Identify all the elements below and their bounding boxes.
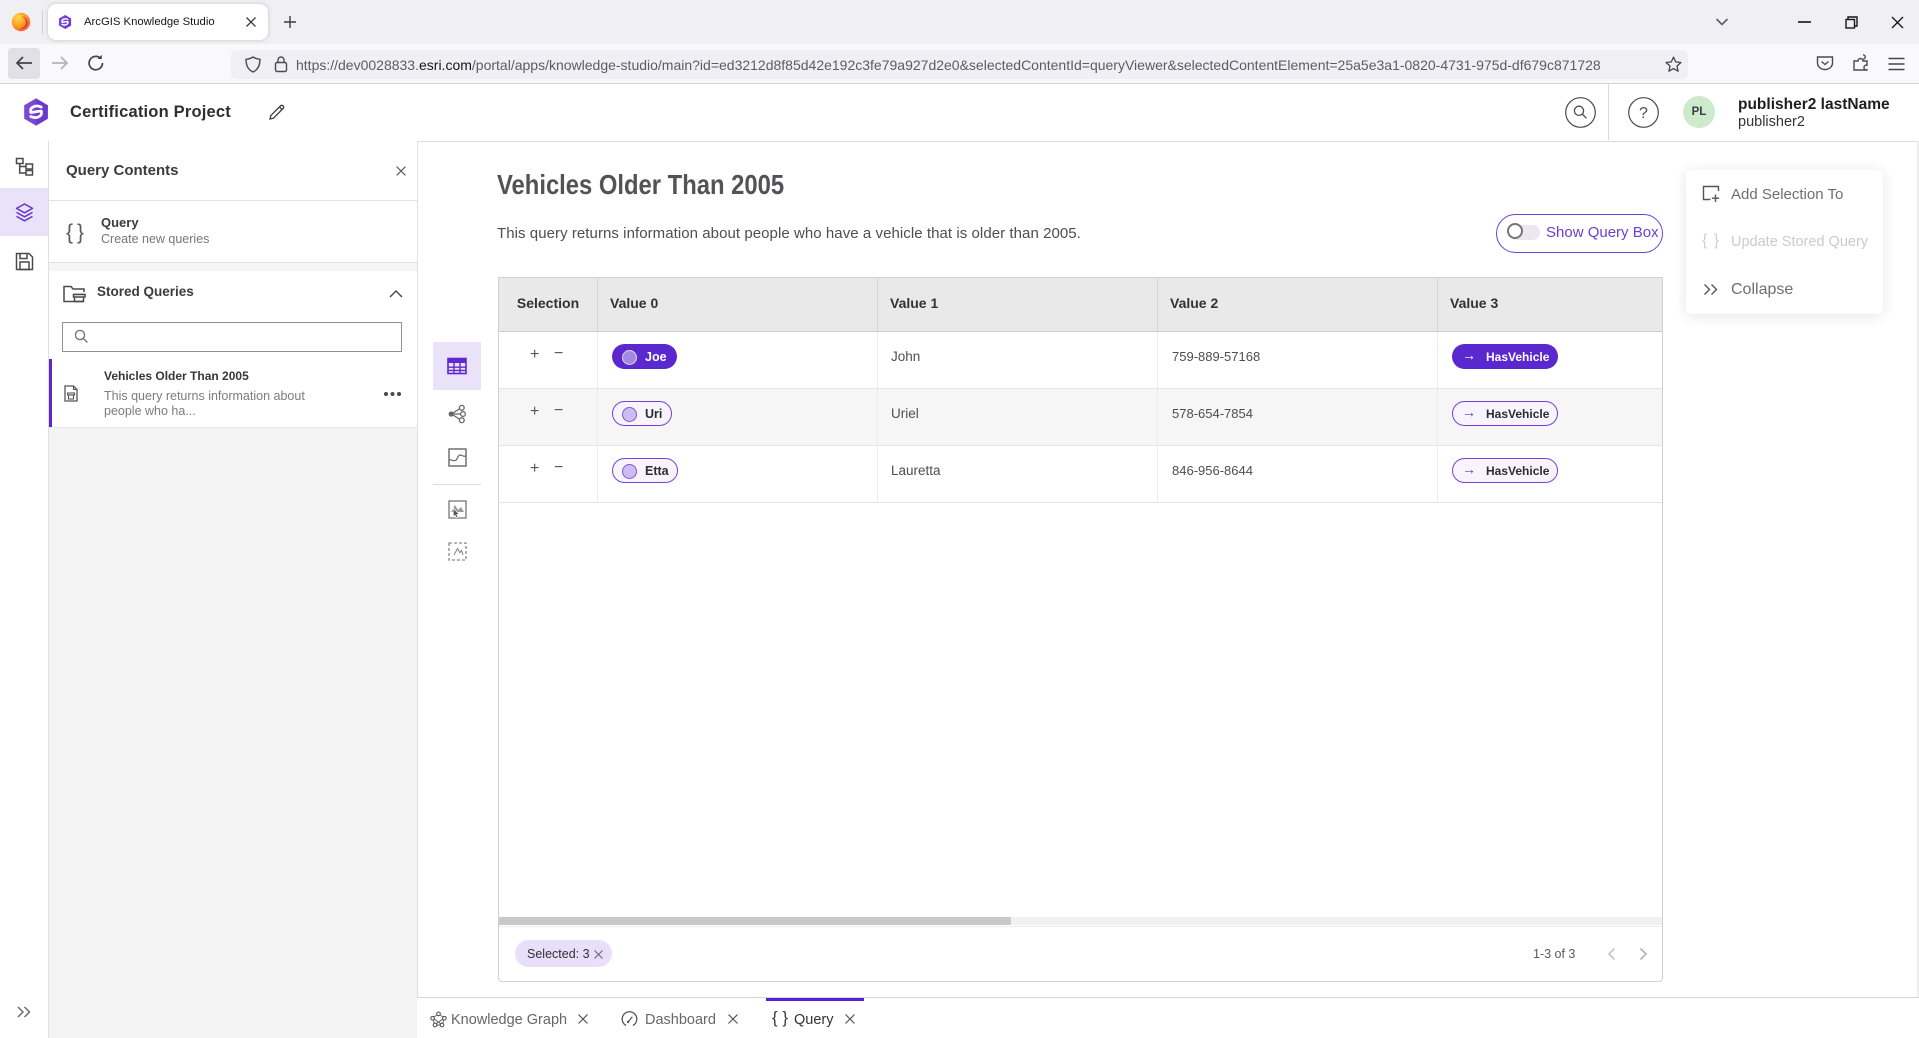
svg-text:?: ? bbox=[1639, 105, 1648, 122]
